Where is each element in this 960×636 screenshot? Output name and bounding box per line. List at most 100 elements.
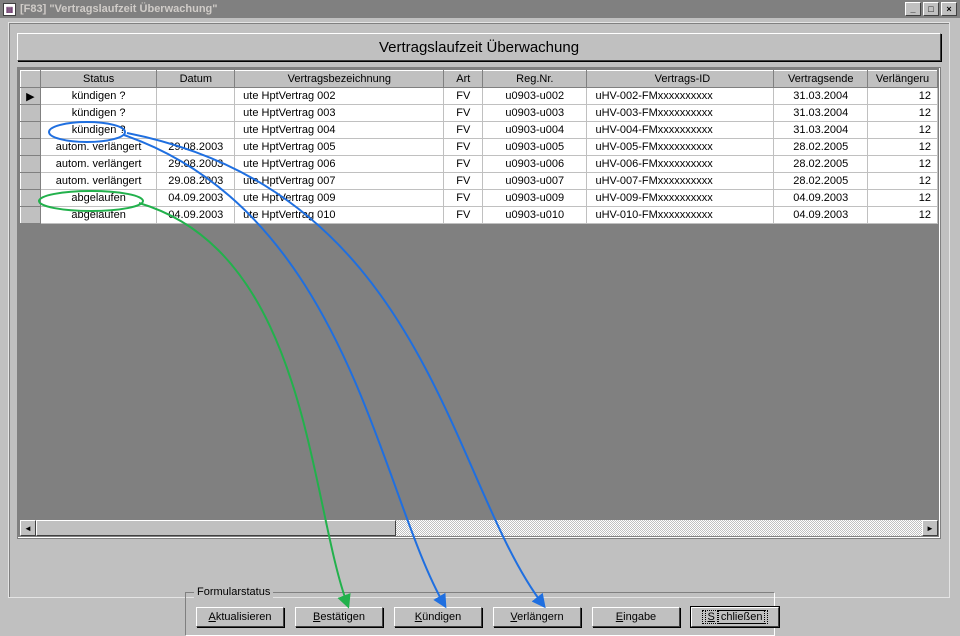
cell-status[interactable]: autom. verlängert bbox=[40, 139, 157, 156]
cell-verlaengerung[interactable]: 12 bbox=[868, 156, 938, 173]
table-row[interactable]: abgelaufen04.09.2003ute HptVertrag 010FV… bbox=[21, 207, 938, 224]
cell-regnr[interactable]: u0903-u007 bbox=[483, 173, 587, 190]
cell-vertragsende[interactable]: 28.02.2005 bbox=[774, 156, 868, 173]
scroll-thumb[interactable] bbox=[36, 520, 396, 536]
cell-regnr[interactable]: u0903-u005 bbox=[483, 139, 587, 156]
cell-regnr[interactable]: u0903-u004 bbox=[483, 122, 587, 139]
cell-status[interactable]: kündigen ? bbox=[40, 122, 157, 139]
cell-regnr[interactable]: u0903-u009 bbox=[483, 190, 587, 207]
cell-art[interactable]: FV bbox=[444, 156, 483, 173]
cell-art[interactable]: FV bbox=[444, 122, 483, 139]
cell-vertragsende[interactable]: 04.09.2003 bbox=[774, 207, 868, 224]
row-selector[interactable] bbox=[21, 173, 41, 190]
table-row[interactable]: autom. verlängert29.08.2003ute HptVertra… bbox=[21, 139, 938, 156]
cell-verlaengerung[interactable]: 12 bbox=[868, 88, 938, 105]
cell-verlaengerung[interactable]: 12 bbox=[868, 207, 938, 224]
cell-regnr[interactable]: u0903-u010 bbox=[483, 207, 587, 224]
cell-bezeichnung[interactable]: ute HptVertrag 005 bbox=[235, 139, 444, 156]
cell-art[interactable]: FV bbox=[444, 105, 483, 122]
cell-bezeichnung[interactable]: ute HptVertrag 006 bbox=[235, 156, 444, 173]
cell-verlaengerung[interactable]: 12 bbox=[868, 122, 938, 139]
eingabe-button[interactable]: Eingabe bbox=[592, 607, 680, 627]
scroll-left-button[interactable]: ◄ bbox=[20, 520, 36, 536]
row-selector[interactable] bbox=[21, 207, 41, 224]
cell-regnr[interactable]: u0903-u003 bbox=[483, 105, 587, 122]
cell-bezeichnung[interactable]: ute HptVertrag 010 bbox=[235, 207, 444, 224]
cell-vertragsid[interactable]: uHV-006-FMxxxxxxxxxx bbox=[587, 156, 774, 173]
cell-datum[interactable] bbox=[157, 88, 235, 105]
verlaengern-button[interactable]: Verlängern bbox=[493, 607, 581, 627]
cell-vertragsid[interactable]: uHV-009-FMxxxxxxxxxx bbox=[587, 190, 774, 207]
col-header-regnr[interactable]: Reg.Nr. bbox=[483, 71, 587, 88]
cell-verlaengerung[interactable]: 12 bbox=[868, 139, 938, 156]
aktualisieren-button[interactable]: Aktualisieren bbox=[196, 607, 284, 627]
cell-regnr[interactable]: u0903-u006 bbox=[483, 156, 587, 173]
row-selector[interactable] bbox=[21, 105, 41, 122]
col-header-vertragsid[interactable]: Vertrags-ID bbox=[587, 71, 774, 88]
cell-regnr[interactable]: u0903-u002 bbox=[483, 88, 587, 105]
col-header-datum[interactable]: Datum bbox=[157, 71, 235, 88]
cell-datum[interactable] bbox=[157, 105, 235, 122]
schliessen-button[interactable]: Schließen bbox=[691, 607, 779, 627]
cell-vertragsende[interactable]: 31.03.2004 bbox=[774, 122, 868, 139]
cell-vertragsende[interactable]: 31.03.2004 bbox=[774, 105, 868, 122]
bestaetigen-button[interactable]: Bestätigen bbox=[295, 607, 383, 627]
cell-vertragsende[interactable]: 28.02.2005 bbox=[774, 173, 868, 190]
col-header-status[interactable]: Status bbox=[40, 71, 157, 88]
table-row[interactable]: autom. verlängert29.08.2003ute HptVertra… bbox=[21, 173, 938, 190]
cell-bezeichnung[interactable]: ute HptVertrag 003 bbox=[235, 105, 444, 122]
row-selector[interactable] bbox=[21, 190, 41, 207]
table-row[interactable]: kündigen ? ute HptVertrag 003FVu0903-u003… bbox=[21, 105, 938, 122]
cell-verlaengerung[interactable]: 12 bbox=[868, 173, 938, 190]
cell-status[interactable]: kündigen ? bbox=[40, 88, 157, 105]
cell-status[interactable]: abgelaufen bbox=[40, 207, 157, 224]
cell-bezeichnung[interactable]: ute HptVertrag 007 bbox=[235, 173, 444, 190]
cell-bezeichnung[interactable]: ute HptVertrag 002 bbox=[235, 88, 444, 105]
cell-vertragsid[interactable]: uHV-003-FMxxxxxxxxxx bbox=[587, 105, 774, 122]
scroll-right-button[interactable]: ► bbox=[922, 520, 938, 536]
cell-vertragsende[interactable]: 04.09.2003 bbox=[774, 190, 868, 207]
cell-datum[interactable]: 29.08.2003 bbox=[157, 139, 235, 156]
table-row[interactable]: abgelaufen 04.09.2003 ute HptVertrag 009FV… bbox=[21, 190, 938, 207]
cell-status[interactable]: autom. verlängert bbox=[40, 173, 157, 190]
col-header-verlaengerung[interactable]: Verlängeru bbox=[868, 71, 938, 88]
row-selector[interactable]: ▶ bbox=[21, 88, 41, 105]
row-selector-header[interactable] bbox=[21, 71, 41, 88]
table-row[interactable]: ▶kündigen ? ute HptVertrag 002FVu0903-u00… bbox=[21, 88, 938, 105]
cell-datum[interactable]: 04.09.2003 bbox=[157, 207, 235, 224]
cell-status[interactable]: abgelaufen bbox=[40, 190, 157, 207]
cell-datum[interactable] bbox=[157, 122, 235, 139]
cell-verlaengerung[interactable]: 12 bbox=[868, 105, 938, 122]
cell-vertragsid[interactable]: uHV-010-FMxxxxxxxxxx bbox=[587, 207, 774, 224]
cell-art[interactable]: FV bbox=[444, 207, 483, 224]
cell-datum[interactable]: 29.08.2003 bbox=[157, 173, 235, 190]
cell-bezeichnung[interactable]: ute HptVertrag 004 bbox=[235, 122, 444, 139]
grid-horizontal-scrollbar[interactable]: ◄ ► bbox=[20, 520, 938, 536]
col-header-bezeichnung[interactable]: Vertragsbezeichnung bbox=[235, 71, 444, 88]
col-header-art[interactable]: Art bbox=[444, 71, 483, 88]
cell-vertragsid[interactable]: uHV-007-FMxxxxxxxxxx bbox=[587, 173, 774, 190]
cell-status[interactable]: kündigen ? bbox=[40, 105, 157, 122]
cell-vertragsende[interactable]: 28.02.2005 bbox=[774, 139, 868, 156]
cell-vertragsende[interactable]: 31.03.2004 bbox=[774, 88, 868, 105]
cell-bezeichnung[interactable]: ute HptVertrag 009 bbox=[235, 190, 444, 207]
contracts-grid[interactable]: Status Datum Vertragsbezeichnung Art Reg… bbox=[17, 67, 941, 539]
maximize-button[interactable]: □ bbox=[923, 2, 939, 16]
cell-verlaengerung[interactable]: 12 bbox=[868, 190, 938, 207]
cell-datum[interactable]: 29.08.2003 bbox=[157, 156, 235, 173]
cell-vertragsid[interactable]: uHV-004-FMxxxxxxxxxx bbox=[587, 122, 774, 139]
cell-art[interactable]: FV bbox=[444, 88, 483, 105]
minimize-button[interactable]: _ bbox=[905, 2, 921, 16]
cell-status[interactable]: autom. verlängert bbox=[40, 156, 157, 173]
cell-vertragsid[interactable]: uHV-005-FMxxxxxxxxxx bbox=[587, 139, 774, 156]
row-selector[interactable] bbox=[21, 122, 41, 139]
scroll-track[interactable] bbox=[36, 520, 922, 536]
cell-art[interactable]: FV bbox=[444, 173, 483, 190]
row-selector[interactable] bbox=[21, 139, 41, 156]
row-selector[interactable] bbox=[21, 156, 41, 173]
kuendigen-button[interactable]: Kündigen bbox=[394, 607, 482, 627]
col-header-vertragsende[interactable]: Vertragsende bbox=[774, 71, 868, 88]
cell-art[interactable]: FV bbox=[444, 190, 483, 207]
cell-vertragsid[interactable]: uHV-002-FMxxxxxxxxxx bbox=[587, 88, 774, 105]
close-button[interactable]: × bbox=[941, 2, 957, 16]
